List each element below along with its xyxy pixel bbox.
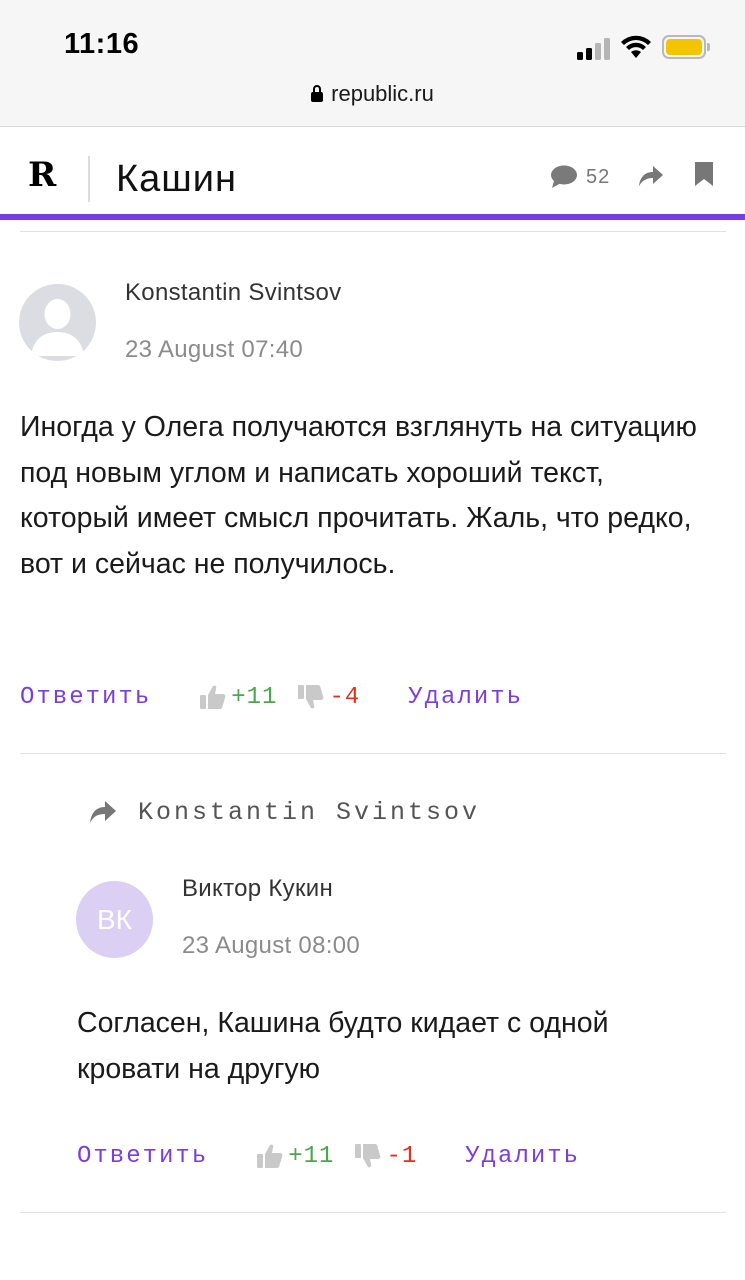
battery-icon bbox=[662, 35, 710, 59]
avatar bbox=[19, 284, 96, 361]
like-count: +11 bbox=[288, 1142, 335, 1170]
dislike-button[interactable]: -4 bbox=[297, 683, 360, 711]
thumbs-up-icon bbox=[257, 1144, 283, 1168]
wifi-icon bbox=[621, 35, 651, 58]
lock-icon bbox=[311, 85, 324, 103]
address-bar[interactable]: republic.ru bbox=[0, 81, 745, 107]
reply-to-name: Konstantin Svintsov bbox=[138, 797, 481, 827]
like-button[interactable]: +11 bbox=[256, 1142, 334, 1170]
cellular-signal-icon bbox=[577, 38, 611, 60]
comment-actions: Ответить +11 -1 Удалить bbox=[77, 1140, 580, 1172]
page-title: Кашин bbox=[116, 158, 237, 200]
comment-bubble-icon bbox=[551, 165, 577, 188]
thumbs-down-icon bbox=[298, 685, 324, 709]
comment-author[interactable]: Konstantin Svintsov bbox=[125, 279, 342, 307]
site-header: R Кашин 52 bbox=[0, 128, 745, 216]
reply-button[interactable]: Ответить bbox=[20, 684, 151, 711]
reply-to-link[interactable]: Konstantin Svintsov bbox=[88, 795, 480, 829]
thumbs-up-icon bbox=[200, 685, 226, 709]
reply-button[interactable]: Ответить bbox=[77, 1143, 208, 1170]
share-icon[interactable] bbox=[638, 164, 664, 188]
delete-button[interactable]: Удалить bbox=[408, 684, 523, 711]
comment-actions: Ответить +11 -4 Удалить bbox=[20, 681, 523, 713]
logo-divider bbox=[88, 156, 90, 202]
delete-button[interactable]: Удалить bbox=[465, 1143, 580, 1170]
avatar: ВК bbox=[76, 881, 153, 958]
bookmark-icon[interactable] bbox=[694, 161, 714, 187]
comment-date: 23 August 08:00 bbox=[182, 932, 360, 959]
browser-status-bar: 11:16 republic.ru bbox=[0, 0, 745, 127]
comment-author[interactable]: Виктор Кукин bbox=[182, 875, 333, 903]
thumbs-down-icon bbox=[355, 1144, 381, 1168]
like-button[interactable]: +11 bbox=[199, 683, 277, 711]
divider bbox=[20, 753, 726, 754]
comment-count: 52 bbox=[586, 165, 611, 188]
comments-button[interactable]: 52 bbox=[550, 164, 610, 190]
status-time: 11:16 bbox=[64, 28, 140, 60]
user-silhouette-icon bbox=[31, 299, 84, 356]
dislike-count: -1 bbox=[386, 1142, 418, 1170]
divider bbox=[20, 1212, 726, 1213]
header-accent-line bbox=[0, 214, 745, 220]
comment-date: 23 August 07:40 bbox=[125, 336, 303, 363]
url-text: republic.ru bbox=[331, 81, 434, 106]
dislike-button[interactable]: -1 bbox=[354, 1142, 417, 1170]
dislike-count: -4 bbox=[329, 683, 361, 711]
comment-text: Иногда у Олега получаются взглянуть на с… bbox=[20, 411, 697, 580]
like-count: +11 bbox=[231, 683, 278, 711]
reply-arrow-icon bbox=[90, 801, 116, 823]
site-logo[interactable]: R bbox=[28, 158, 56, 192]
comment-text: Согласен, Кашина будто кидает с одной кр… bbox=[77, 1007, 609, 1085]
divider bbox=[20, 231, 726, 232]
